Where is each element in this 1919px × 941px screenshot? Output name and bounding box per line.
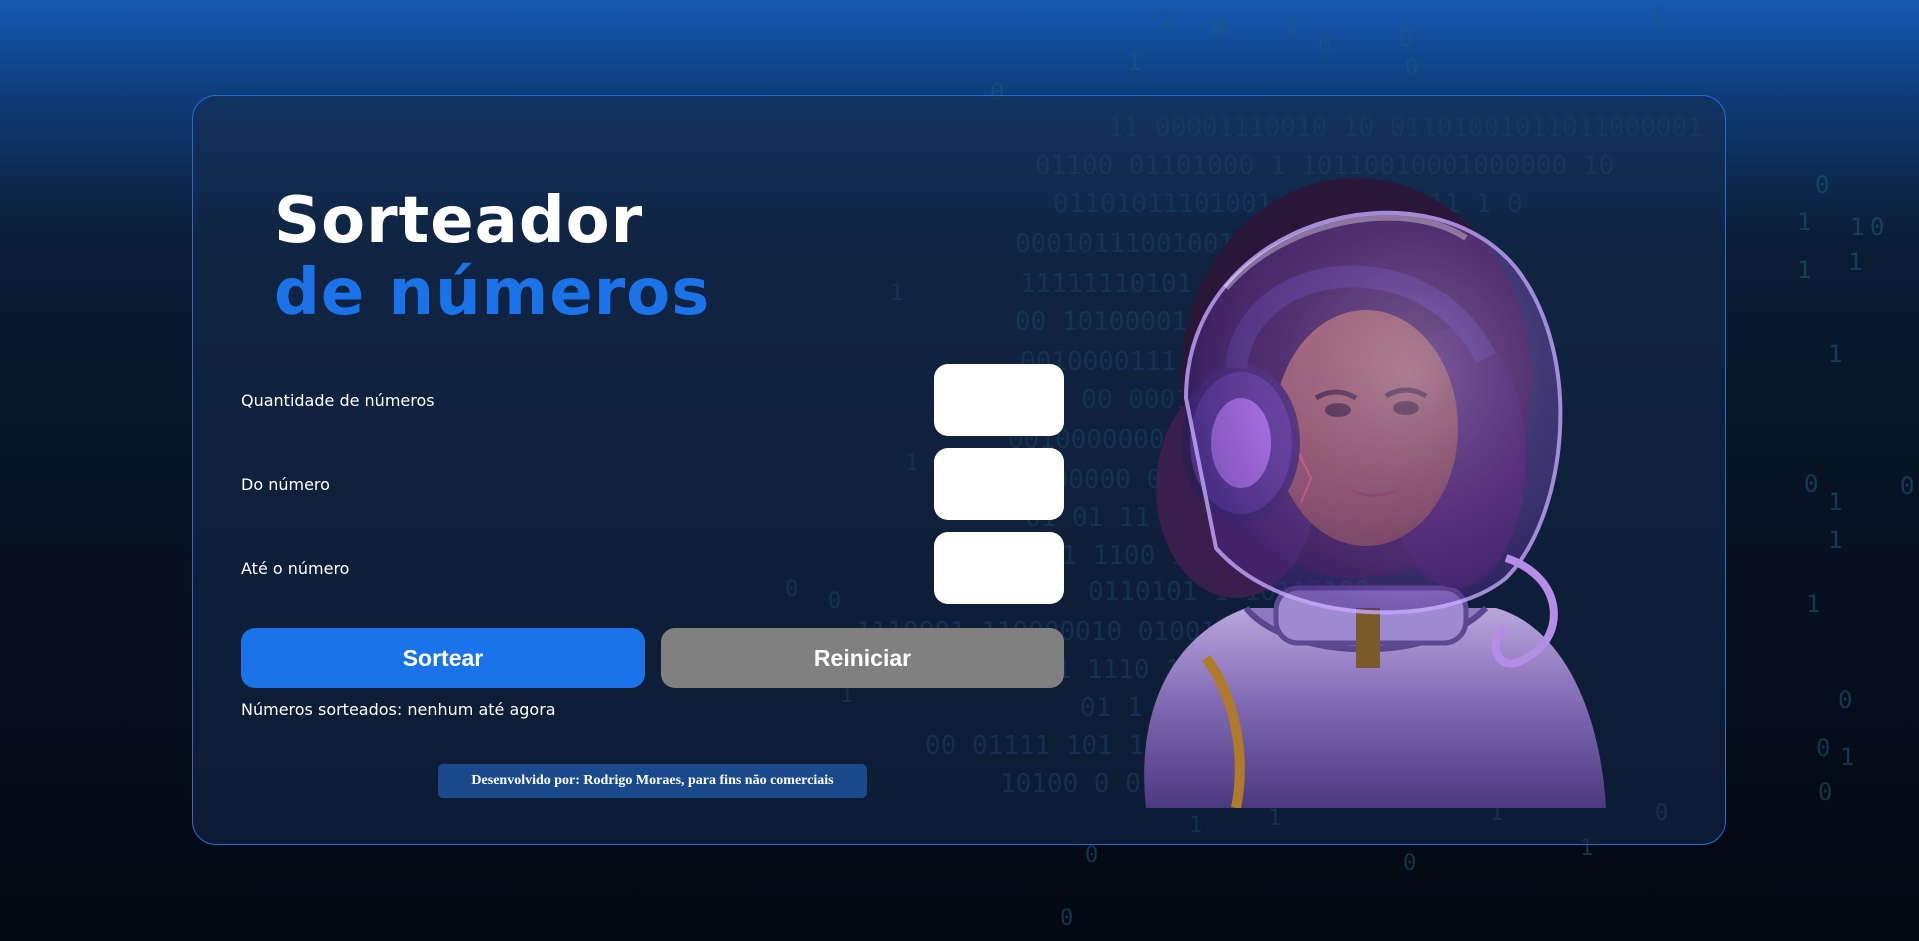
drawn-numbers-result: Números sorteados: nenhum até agora [241,700,556,719]
svg-text:1: 1 [1848,248,1862,276]
svg-text:0: 0 [1818,778,1832,806]
reset-button[interactable]: Reiniciar [661,628,1064,688]
svg-text:1: 1 [1828,488,1842,516]
svg-text:0: 0 [1900,472,1914,500]
page-title: Sorteador de números [274,185,710,329]
svg-text:0: 0 [1403,851,1416,876]
svg-text:1: 1 [1127,48,1141,76]
svg-text:1: 1 [1806,590,1820,618]
astronaut-illustration [1144,178,1606,808]
svg-text:0: 0 [1398,24,1412,52]
svg-text:0: 0 [1405,55,1418,80]
svg-text:0: 0 [1838,686,1852,714]
svg-text:0: 0 [1318,30,1332,58]
from-number-input[interactable] [934,448,1064,520]
svg-text:1: 1 [1840,743,1854,771]
svg-text:0: 0 [1870,213,1884,241]
from-number-label: Do número [241,475,330,494]
svg-text:0: 0 [1816,734,1830,762]
quantity-label: Quantidade de números [241,391,435,410]
draw-button[interactable]: Sortear [241,628,645,688]
svg-text:1: 1 [1850,213,1864,241]
title-line-2: de números [274,256,711,330]
to-number-input[interactable] [934,532,1064,604]
svg-text:1: 1 [1828,340,1842,368]
svg-text:1: 1 [1285,14,1299,42]
svg-text:1: 1 [1797,256,1811,284]
svg-text:0: 0 [1815,171,1829,199]
title-line-1: Sorteador [274,184,644,258]
svg-text:1: 1 [1650,5,1663,30]
svg-text:1: 1 [1828,526,1842,554]
svg-text:0: 0 [1212,16,1226,44]
svg-text:1: 1 [1797,208,1811,236]
svg-text:0: 0 [1804,470,1818,498]
developer-credit: Desenvolvido por: Rodrigo Moraes, para f… [438,764,867,798]
svg-text:0: 0 [1085,843,1098,868]
svg-text:0: 0 [1060,906,1073,931]
to-number-label: Até o número [241,559,350,578]
svg-text:1: 1 [1160,7,1173,32]
quantity-input[interactable] [934,364,1064,436]
